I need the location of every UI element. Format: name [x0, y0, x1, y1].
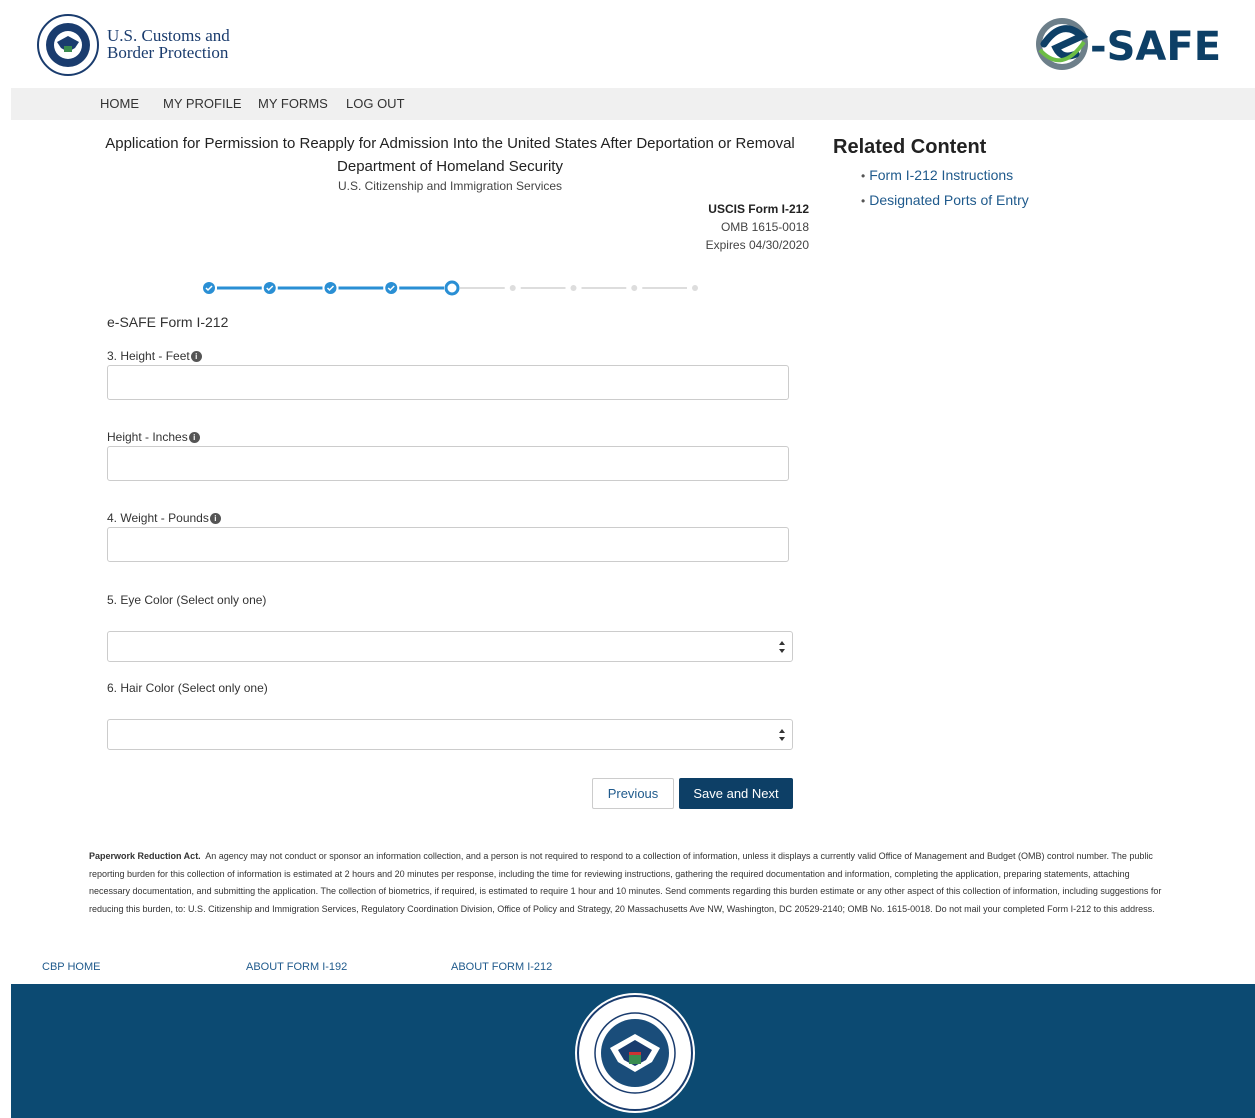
height-feet-label: 3. Height - Feet i	[107, 349, 202, 363]
related-content-title: Related Content	[833, 136, 987, 158]
related-links: Form I-212 Instructions Designated Ports…	[861, 163, 1029, 213]
agency-name[interactable]: U.S. Customs and Border Protection	[107, 27, 230, 61]
nav-my-profile[interactable]: MY PROFILE	[163, 96, 242, 111]
hair-color-select[interactable]	[107, 719, 793, 750]
footer-link-about-i212[interactable]: ABOUT FORM I-212	[451, 961, 552, 973]
weight-pounds-label-text: 4. Weight - Pounds	[107, 511, 209, 525]
step-dot	[444, 280, 460, 296]
nav-home[interactable]: HOME	[100, 96, 139, 111]
paperwork-body: An agency may not conduct or sponsor an …	[89, 851, 1162, 914]
eye-color-select[interactable]	[107, 631, 793, 662]
form-id: USCIS Form I-212	[708, 202, 809, 216]
step-dot	[509, 285, 516, 291]
agency-name-line2: Border Protection	[107, 43, 229, 62]
previous-button[interactable]: Previous	[592, 778, 674, 809]
height-inches-label-text: Height - Inches	[107, 430, 188, 444]
nav-my-forms[interactable]: MY FORMS	[258, 96, 328, 111]
weight-pounds-input[interactable]	[107, 527, 789, 562]
form-heading: e-SAFE Form I-212	[107, 314, 229, 330]
hair-color-label: 6. Hair Color (Select only one)	[107, 681, 268, 695]
step-dot	[570, 285, 577, 291]
footer-links: CBP HOME ABOUT FORM I-192 ABOUT FORM I-2…	[0, 955, 1255, 983]
department-name: Department of Homeland Security	[337, 158, 563, 175]
step-pending-icon	[631, 285, 638, 291]
info-icon[interactable]: i	[188, 432, 200, 444]
height-feet-label-text: 3. Height - Feet	[107, 349, 190, 363]
step-pending-icon	[692, 285, 698, 291]
step-completed-icon	[203, 282, 215, 294]
paperwork-heading: Paperwork Reduction Act.	[89, 851, 201, 861]
step-pending-icon	[509, 285, 516, 291]
expiration-date: Expires 04/30/2020	[705, 238, 809, 252]
page-title: Application for Permission to Reapply fo…	[105, 135, 795, 152]
info-icon[interactable]: i	[190, 351, 202, 363]
step-dot	[692, 285, 698, 291]
nav-log-out[interactable]: LOG OUT	[346, 96, 405, 111]
esafe-logo[interactable]: -SAFE	[1032, 14, 1232, 74]
omb-number: OMB 1615-0018	[720, 220, 809, 234]
main-nav: HOME MY PROFILE MY FORMS LOG OUT	[11, 88, 1255, 120]
footer-link-about-i192[interactable]: ABOUT FORM I-192	[246, 961, 347, 973]
site-header: U.S. Customs and Border Protection -SAFE	[0, 0, 1255, 88]
step-dot	[631, 285, 638, 291]
height-inches-label: Height - Inches i	[107, 430, 200, 444]
paperwork-reduction-notice: Paperwork Reduction Act. An agency may n…	[89, 848, 1169, 918]
height-feet-input[interactable]	[107, 365, 789, 400]
save-and-next-button[interactable]: Save and Next	[679, 778, 793, 809]
form-title-block: Application for Permission to Reapply fo…	[100, 134, 800, 193]
info-icon[interactable]: i	[209, 513, 221, 525]
eye-color-label: 5. Eye Color (Select only one)	[107, 593, 267, 607]
related-link-instructions[interactable]: Form I-212 Instructions	[861, 163, 1029, 188]
select-arrows-icon	[779, 641, 785, 653]
dhs-seal-icon	[575, 993, 695, 1113]
select-arrows-icon	[779, 729, 785, 741]
related-link-ports[interactable]: Designated Ports of Entry	[861, 188, 1029, 213]
height-inches-input[interactable]	[107, 446, 789, 481]
step-completed-icon	[263, 282, 276, 294]
related-content: Related Content Form I-212 Instructions …	[833, 136, 1029, 213]
form-meta: USCIS Form I-212 OMB 1615-0018 Expires 0…	[706, 200, 809, 254]
step-pending-icon	[570, 285, 577, 291]
dhs-seal-icon	[37, 14, 99, 76]
agency-name-line1: U.S. Customs and	[107, 26, 230, 45]
step-current-icon	[444, 280, 460, 296]
agency-subtitle: U.S. Citizenship and Immigration Service…	[337, 179, 563, 193]
progress-stepper	[203, 280, 698, 296]
footer-link-cbp-home[interactable]: CBP HOME	[42, 961, 100, 973]
weight-pounds-label: 4. Weight - Pounds i	[107, 511, 221, 525]
logo-text: -SAFE	[1090, 24, 1221, 70]
step-completed-icon	[385, 282, 398, 294]
step-completed-icon	[324, 282, 337, 294]
